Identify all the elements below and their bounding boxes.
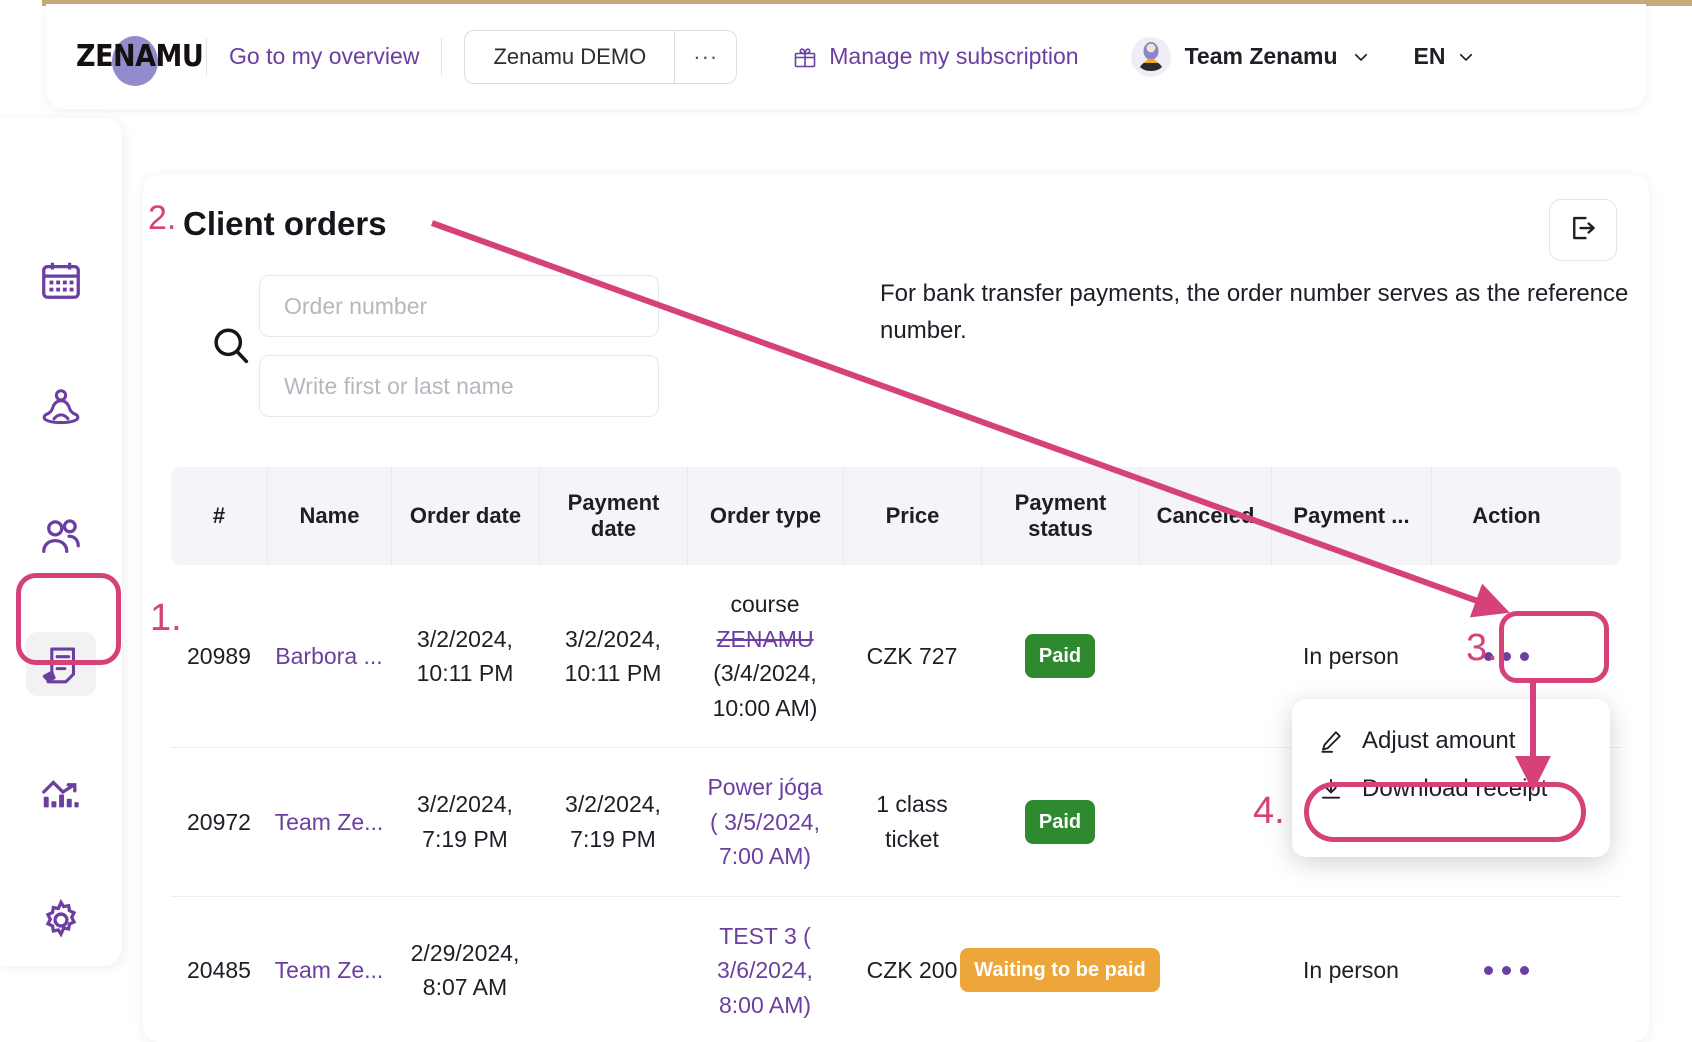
manage-subscription-link[interactable]: Manage my subscription (793, 43, 1079, 70)
cell-price: CZK 727 (866, 642, 958, 669)
cell-order-type[interactable]: TEST 3 ( 3/6/2024, 8:00 AM) (687, 897, 843, 1042)
logo-text: ZENAMU (76, 39, 204, 74)
chevron-down-icon[interactable] (1457, 48, 1475, 66)
status-badge: Paid (1024, 799, 1096, 844)
cell-client-name[interactable]: Team Ze... (267, 897, 391, 1042)
table-row[interactable]: 20485 Team Ze... 2/29/2024, 8:07 AM TEST… (171, 897, 1621, 1042)
cell-payment-method: In person (1303, 957, 1399, 983)
export-button[interactable] (1549, 199, 1617, 261)
export-icon (1568, 213, 1598, 248)
cell-payment-status: Paid (981, 565, 1139, 747)
account-name-label: Team Zenamu (1184, 43, 1338, 69)
search-icon (203, 324, 259, 368)
cell-payment-date: 3/2/2024, 10:11 PM (564, 625, 662, 687)
cell-order-number: 20989 (187, 642, 251, 669)
cell-order-date: 3/2/2024, 10:11 PM (416, 625, 514, 687)
gear-icon (38, 897, 84, 943)
top-accent-strip-mask (0, 0, 42, 8)
left-sidebar (0, 118, 122, 966)
bank-transfer-note: For bank transfer payments, the order nu… (880, 280, 1629, 345)
menu-item-adjust-amount[interactable]: Adjust amount (1292, 717, 1610, 765)
sidebar-item-statistics[interactable] (26, 760, 96, 824)
order-number-input[interactable] (259, 275, 659, 337)
chevron-down-icon[interactable] (1352, 48, 1370, 66)
sidebar-item-classes[interactable] (26, 376, 96, 440)
gift-icon (793, 45, 817, 69)
cell-payment-date (539, 897, 687, 1042)
bar-chart-icon (38, 769, 84, 815)
account-menu[interactable]: Team Zenamu (1130, 36, 1370, 77)
row-actions-more-icon[interactable] (1483, 651, 1529, 661)
search-filters (203, 275, 823, 417)
sidebar-item-clients[interactable] (26, 504, 96, 568)
cell-payment-status: Paid (981, 748, 1139, 896)
cell-client-name[interactable]: Barbora ... (267, 565, 391, 747)
language-label: EN (1413, 43, 1446, 69)
studio-name-label: Zenamu DEMO (493, 43, 647, 69)
go-to-overview-link[interactable]: Go to my overview (229, 43, 419, 70)
client-orders-card: Client orders Order number Write first o… (143, 175, 1649, 1042)
cell-order-date: 3/2/2024, 7:19 PM (417, 791, 513, 852)
cell-action[interactable] (1431, 897, 1581, 1042)
cell-order-type[interactable]: Power jóga ( 3/5/2024, 7:00 AM) (687, 748, 843, 896)
cell-payment-status: Waiting to be paid (960, 897, 1160, 1042)
column-header-price[interactable]: Price (843, 467, 981, 565)
row-actions-context-menu: Adjust amount Download receipt (1292, 699, 1610, 857)
order-type-name[interactable]: TEST 3 ( (693, 919, 837, 954)
studio-selector[interactable]: Zenamu DEMO ··· (464, 29, 738, 84)
cell-canceled (1139, 565, 1271, 747)
order-type-detail: 3/6/2024, 8:00 AM) (717, 957, 813, 1018)
column-header-order-date[interactable]: Order date (391, 467, 539, 565)
cell-payment-date: 3/2/2024, 7:19 PM (565, 791, 661, 852)
cell-price: 1 class ticket (876, 791, 948, 852)
column-header-payment-status[interactable]: Payment status (981, 467, 1139, 565)
app-root: ZENAMU Go to my overview Zenamu DEMO ···… (0, 0, 1692, 1042)
menu-item-label: Adjust amount (1362, 727, 1516, 754)
cell-order-type[interactable]: course ZENAMU (3/4/2024, 10:00 AM) (687, 565, 843, 747)
cell-order-number: 20972 (187, 808, 251, 835)
column-header-payment-method[interactable]: Payment ... (1271, 467, 1431, 565)
row-actions-more-icon[interactable] (1483, 965, 1529, 975)
download-icon (1318, 776, 1344, 802)
avatar (1130, 36, 1171, 77)
divider (441, 37, 443, 76)
status-badge: Waiting to be paid (960, 948, 1160, 993)
order-type-detail: ( 3/5/2024, 7:00 AM) (710, 808, 820, 870)
column-header-name[interactable]: Name (267, 467, 391, 565)
order-type-detail: (3/4/2024, 10:00 AM) (712, 660, 818, 721)
people-icon (38, 513, 84, 559)
cell-canceled (1139, 897, 1271, 1042)
cell-order-date: 2/29/2024, 8:07 AM (410, 939, 520, 1001)
sidebar-item-settings[interactable] (26, 888, 96, 952)
cell-client-name[interactable]: Team Ze... (267, 748, 391, 896)
order-type-name[interactable]: Power jóga (693, 770, 837, 805)
studio-more-icon[interactable]: ··· (675, 31, 736, 83)
zenamu-logo[interactable]: ZENAMU (76, 30, 204, 86)
client-name-input[interactable] (259, 355, 659, 417)
divider (206, 37, 207, 76)
column-header-order-type[interactable]: Order type (687, 467, 843, 565)
pencil-edit-icon (1318, 728, 1344, 754)
sidebar-item-orders[interactable] (26, 632, 96, 696)
column-header-number[interactable]: # (171, 467, 267, 565)
order-type-name[interactable]: ZENAMU (693, 622, 837, 657)
column-header-canceled[interactable]: Canceled (1139, 467, 1271, 565)
menu-item-label: Download receipt (1362, 775, 1548, 802)
invoice-document-icon (38, 641, 84, 687)
cell-order-number: 20485 (187, 957, 251, 983)
cell-canceled (1139, 748, 1271, 896)
language-selector[interactable]: EN (1414, 43, 1476, 70)
calendar-icon (38, 257, 84, 303)
status-badge: Paid (1024, 634, 1096, 678)
order-type-prefix: course (730, 591, 800, 617)
column-header-payment-date[interactable]: Payment date (539, 467, 687, 565)
sidebar-item-calendar[interactable] (26, 248, 96, 312)
menu-item-download-receipt[interactable]: Download receipt (1292, 765, 1610, 813)
table-header-row: # Name Order date Payment date Order typ… (171, 467, 1621, 565)
column-header-action[interactable]: Action (1431, 467, 1581, 565)
manage-subscription-label: Manage my subscription (829, 43, 1079, 69)
top-header-bar: ZENAMU Go to my overview Zenamu DEMO ···… (46, 4, 1646, 109)
yoga-person-icon (38, 385, 84, 431)
page-title: Client orders (183, 205, 387, 242)
